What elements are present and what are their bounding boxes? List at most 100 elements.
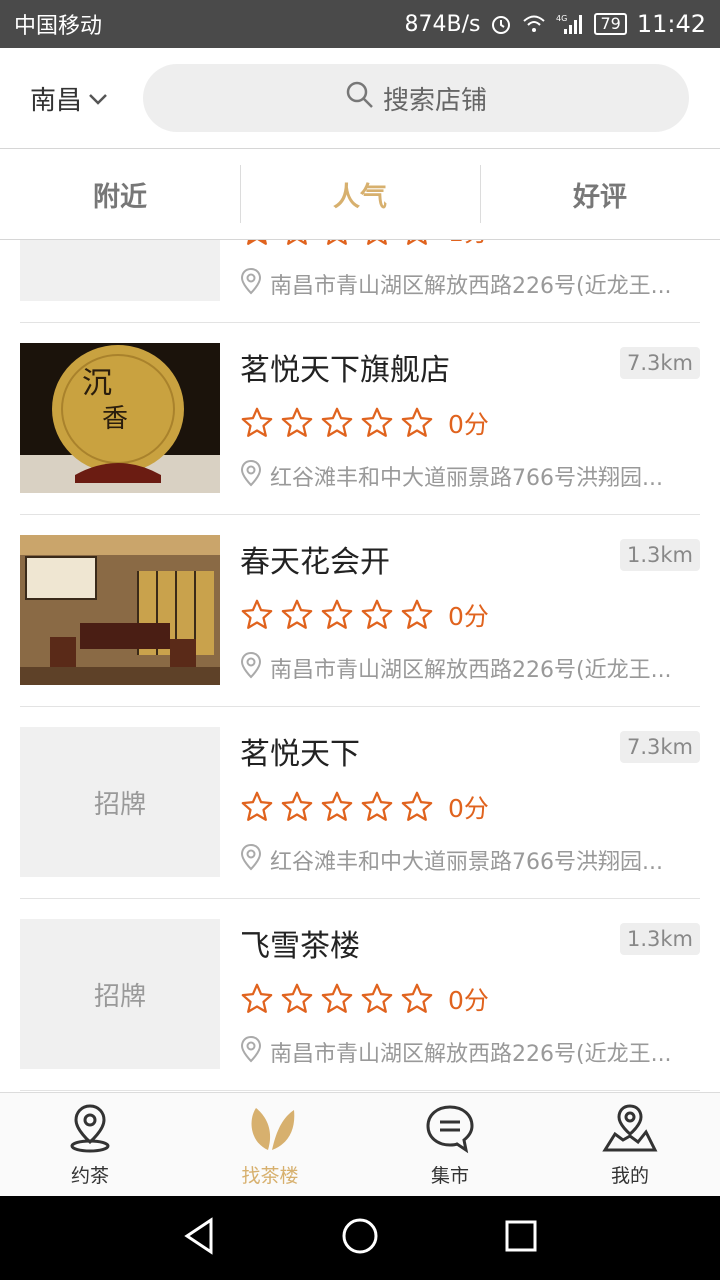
nav-item-market[interactable]: 集市 <box>360 1093 540 1197</box>
star-empty-icon <box>361 983 393 1013</box>
bottom-nav: 约茶 找茶楼 集市 我的 <box>0 1092 720 1197</box>
list-item[interactable]: 招牌 1分 南昌市青山湖区解放西路226号(近龙王... <box>20 240 700 323</box>
star-empty-icon <box>401 407 433 437</box>
star-empty-icon <box>281 599 313 629</box>
clock: 11:42 <box>636 10 706 38</box>
star-empty-icon <box>241 791 273 821</box>
svg-text:沉: 沉 <box>82 366 112 401</box>
location-pin-icon <box>240 1035 262 1069</box>
profile-map-icon <box>602 1102 658 1159</box>
nav-label: 集市 <box>430 1165 469 1187</box>
address-text: 红谷滩丰和中大道丽景路766号洪翔园... <box>270 466 663 491</box>
distance-badge: 7.3km <box>619 731 700 763</box>
city-selector[interactable]: 南昌 <box>30 80 125 117</box>
star-rating: 0分 <box>240 981 489 1017</box>
teahouse-list[interactable]: 招牌 1分 南昌市青山湖区解放西路226号(近龙王... 沉 香 <box>0 240 720 1092</box>
sort-tabs: 附近 人气 好评 <box>0 148 720 240</box>
shop-thumbnail: 招牌 <box>20 919 220 1069</box>
star-empty-icon <box>321 407 353 437</box>
distance-badge: 1.3km <box>619 539 700 571</box>
distance-badge: 7.3km <box>619 347 700 379</box>
shop-thumbnail: 沉 香 <box>20 343 220 493</box>
search-icon <box>345 80 375 117</box>
svg-text:香: 香 <box>102 404 128 434</box>
shop-name: 茗悦天下旗舰店 <box>240 353 450 388</box>
chevron-down-icon <box>88 83 108 113</box>
address-text: 红谷滩丰和中大道丽景路766号洪翔园... <box>270 850 663 875</box>
tab-popular[interactable]: 人气 <box>240 149 480 239</box>
tea-room-image <box>20 535 220 685</box>
tea-cake-image: 沉 香 <box>20 343 220 493</box>
nav-label: 我的 <box>610 1165 649 1187</box>
header: 南昌 搜索店铺 <box>0 48 720 148</box>
home-icon[interactable] <box>340 1216 380 1260</box>
shop-address: 南昌市青山湖区解放西路226号(近龙王... <box>240 267 700 301</box>
wifi-icon <box>522 14 546 34</box>
tab-nearby[interactable]: 附近 <box>0 149 240 239</box>
shop-address: 南昌市青山湖区解放西路226号(近龙王... <box>240 651 700 685</box>
star-empty-icon <box>361 407 393 437</box>
rating-score: 0分 <box>448 794 489 823</box>
address-text: 南昌市青山湖区解放西路226号(近龙王... <box>270 274 672 299</box>
nav-label: 约茶 <box>70 1165 109 1187</box>
rating-score: 0分 <box>448 410 489 439</box>
network-speed: 874B/s <box>404 11 481 37</box>
tab-rating[interactable]: 好评 <box>480 149 720 239</box>
thumbnail-placeholder-text: 招牌 <box>93 981 146 1012</box>
star-empty-icon <box>361 791 393 821</box>
distance-badge: 1.3km <box>619 923 700 955</box>
star-empty-icon <box>281 983 313 1013</box>
shop-thumbnail: 招牌 <box>20 240 220 301</box>
shop-address: 红谷滩丰和中大道丽景路766号洪翔园... <box>240 459 700 493</box>
star-empty-icon <box>361 599 393 629</box>
shop-address: 南昌市青山湖区解放西路226号(近龙王... <box>240 1035 700 1069</box>
star-empty-icon <box>401 599 433 629</box>
thumbnail-placeholder-text: 招牌 <box>93 789 146 820</box>
rating-score: 0分 <box>448 602 489 631</box>
status-bar: 中国移动 874B/s 4G 79 11:42 <box>0 0 720 48</box>
battery-icon: 79 <box>594 13 627 35</box>
location-pin-icon <box>240 267 262 301</box>
star-empty-icon <box>241 983 273 1013</box>
star-rating: 1分 <box>240 240 489 249</box>
rating-score: 1分 <box>448 240 489 249</box>
star-empty-icon <box>401 983 433 1013</box>
star-empty-icon <box>241 599 273 629</box>
location-pin-icon <box>240 843 262 877</box>
star-empty-icon <box>407 240 427 245</box>
nav-item-find-teahouse[interactable]: 找茶楼 <box>180 1093 360 1197</box>
star-empty-icon <box>367 240 387 245</box>
city-label: 南昌 <box>30 85 83 116</box>
map-pin-icon <box>67 1102 113 1159</box>
search-input[interactable]: 搜索店铺 <box>143 64 689 132</box>
nav-item-yuecha[interactable]: 约茶 <box>0 1093 180 1197</box>
carrier-label: 中国移动 <box>14 14 103 39</box>
shop-name: 春天花会开 <box>240 545 390 580</box>
star-empty-icon <box>281 791 313 821</box>
location-pin-icon <box>240 651 262 685</box>
list-item[interactable]: 沉 香 茗悦天下旗舰店 7.3km 0分 红谷滩丰和中大道丽景路766号洪翔园.… <box>20 323 700 515</box>
back-icon[interactable] <box>181 1216 217 1260</box>
list-item[interactable]: 招牌 茗悦天下 7.3km 0分 红谷滩丰和中大道丽景路766号洪翔园... <box>20 707 700 899</box>
star-empty-icon <box>287 240 307 245</box>
tea-leaf-icon <box>244 1102 296 1159</box>
nav-item-mine[interactable]: 我的 <box>540 1093 720 1197</box>
status-right: 874B/s 4G 79 11:42 <box>405 10 707 38</box>
svg-text:4G: 4G <box>556 14 567 23</box>
address-text: 南昌市青山湖区解放西路226号(近龙王... <box>270 658 672 683</box>
recent-apps-icon[interactable] <box>503 1218 539 1258</box>
shop-thumbnail <box>20 535 220 685</box>
star-empty-icon <box>241 407 273 437</box>
star-empty-icon <box>401 791 433 821</box>
list-item[interactable]: 春天花会开 1.3km 0分 南昌市青山湖区解放西路226号(近龙王... <box>20 515 700 707</box>
list-item[interactable]: 招牌 飞雪茶楼 1.3km 0分 南昌市青山湖区解放西路226号(近龙王... <box>20 899 700 1091</box>
star-empty-icon <box>321 599 353 629</box>
alarm-icon <box>490 13 512 35</box>
star-filled-icon <box>247 240 267 245</box>
star-rating: 0分 <box>240 597 489 633</box>
search-placeholder: 搜索店铺 <box>382 85 487 116</box>
shop-name: 飞雪茶楼 <box>240 929 360 964</box>
star-empty-icon <box>321 983 353 1013</box>
star-empty-icon <box>321 791 353 821</box>
rating-score: 0分 <box>448 986 489 1015</box>
